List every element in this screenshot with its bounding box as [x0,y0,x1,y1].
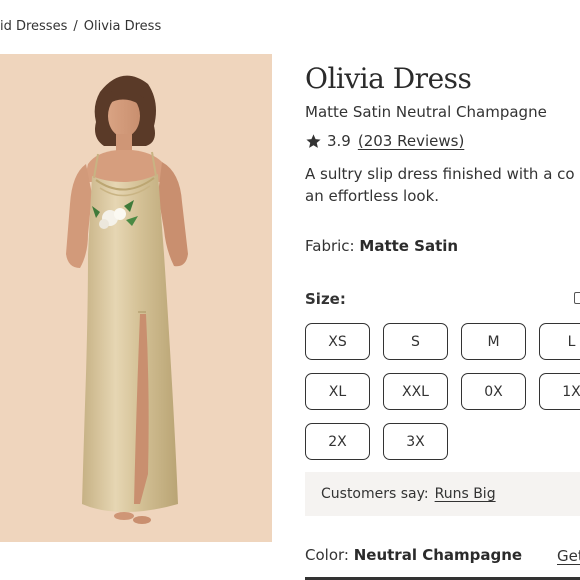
description-line-1: A sultry slip dress finished with a co [305,165,575,183]
size-option-0x[interactable]: 0X [461,373,526,410]
fit-feedback-link[interactable]: Runs Big [435,486,496,502]
description-line-2: an effortless look. [305,187,440,205]
breadcrumb-parent-link[interactable]: aid Dresses [0,19,67,34]
reviews-link[interactable]: (203 Reviews) [358,132,464,150]
color-info: Color: Neutral Champagne [305,546,522,564]
fit-feedback-box: Customers say: Runs Big [305,472,580,516]
product-description: A sultry slip dress finished with a co a… [305,163,580,207]
color-swatch-link[interactable]: Get [557,547,580,565]
size-option-xl[interactable]: XL [305,373,370,410]
size-option-1x[interactable]: 1X [539,373,580,410]
model-wearing-dress-image [0,54,272,542]
rating-value: 3.9 [327,132,351,150]
product-subtitle: Matte Satin Neutral Champagne [305,103,547,121]
size-guide-icon[interactable] [574,292,580,304]
fabric-label: Fabric: [305,237,355,255]
color-value: Neutral Champagne [353,546,523,564]
size-option-2x[interactable]: 2X [305,423,370,460]
product-title: Olivia Dress [305,62,472,95]
size-option-s[interactable]: S [383,323,448,360]
fabric-info: Fabric: Matte Satin [305,237,458,255]
fit-feedback-label: Customers say: [321,486,429,502]
size-option-m[interactable]: M [461,323,526,360]
size-option-xxl[interactable]: XXL [383,373,448,410]
size-label: Size: [305,290,346,308]
breadcrumb-current[interactable]: Olivia Dress [84,19,161,34]
product-rating: 3.9 (203 Reviews) [305,132,464,150]
size-option-3x[interactable]: 3X [383,423,448,460]
breadcrumb-separator: / [73,19,78,34]
fabric-value: Matte Satin [359,237,459,255]
star-icon [306,133,321,148]
color-label: Color: [305,546,349,564]
size-option-l[interactable]: L [539,323,580,360]
breadcrumb: aid Dresses / Olivia Dress [0,19,161,34]
size-option-xs[interactable]: XS [305,323,370,360]
product-image[interactable] [0,54,272,542]
